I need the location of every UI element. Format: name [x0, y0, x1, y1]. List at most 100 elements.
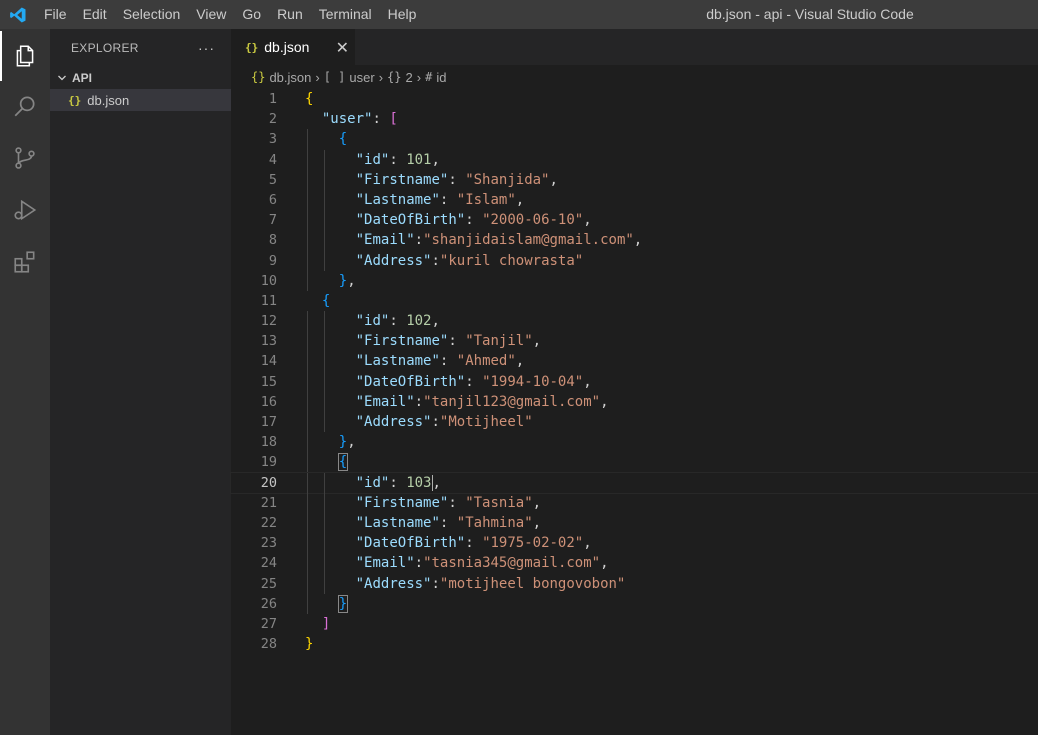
- line-number: 26: [260, 595, 277, 612]
- code-line[interactable]: 12 "id": 102,: [231, 311, 1038, 332]
- breadcrumb-array[interactable]: user: [349, 70, 374, 85]
- indent-guide: [323, 412, 325, 433]
- code-line[interactable]: 14 "Lastname": "Ahmed",: [231, 351, 1038, 372]
- line-number: 20: [260, 474, 277, 491]
- menu-file[interactable]: File: [36, 0, 75, 29]
- indent-guide: [323, 189, 325, 211]
- indent-guide: [306, 149, 308, 170]
- code-text: }: [305, 634, 313, 654]
- menu-view[interactable]: View: [188, 0, 234, 29]
- punctuation: :: [465, 535, 483, 552]
- code-line[interactable]: 7 "DateOfBirth": "2000-06-10",: [231, 210, 1038, 231]
- code-line[interactable]: 23 "DateOfBirth": "1975-02-02",: [231, 533, 1038, 554]
- source-control-icon[interactable]: [0, 133, 50, 183]
- punctuation: ,: [347, 434, 356, 451]
- code-line[interactable]: 25 "Address":"motijheel bongovobon": [231, 573, 1038, 594]
- indent-guide: [323, 553, 325, 574]
- punctuation: :: [465, 212, 483, 229]
- code-line[interactable]: 27]: [231, 614, 1038, 634]
- punctuation: ,: [432, 474, 441, 491]
- indent-guide: [306, 270, 308, 291]
- code-editor[interactable]: 1{2 "user": [3{4 "id": 101, 5 "Firstname": "…: [230, 89, 1038, 654]
- line-number: 3: [268, 131, 277, 148]
- code-line[interactable]: 9 "Address":"kuril chowrasta": [231, 250, 1038, 271]
- menu-edit[interactable]: Edit: [75, 0, 115, 29]
- breadcrumb-file[interactable]: db.json: [269, 70, 311, 85]
- code-line[interactable]: 17 "Address":"Motijheel": [231, 412, 1038, 433]
- tab-db-json[interactable]: {} db.json ✕: [231, 29, 355, 65]
- code-text: "Email":"tasnia345@gmail.com",: [356, 553, 609, 573]
- code-line[interactable]: 15 "DateOfBirth": "1994-10-04",: [231, 371, 1038, 392]
- menu-run[interactable]: Run: [269, 0, 311, 29]
- bracket-open: {: [305, 91, 314, 107]
- indent-guide: [306, 492, 308, 513]
- bracket-open: {: [321, 292, 331, 309]
- json-value: "Tasnia": [465, 494, 533, 511]
- code-line[interactable]: 16 "Email":"tanjil123@gmail.com",: [231, 391, 1038, 412]
- indent-guide: [306, 189, 308, 211]
- json-value: "Tahmina": [456, 514, 533, 531]
- code-line[interactable]: 19 {: [231, 452, 1038, 473]
- menu-go[interactable]: Go: [234, 0, 269, 29]
- window-title: db.json - api - Visual Studio Code: [706, 6, 914, 22]
- line-number: 24: [260, 555, 277, 572]
- code-line[interactable]: 21 "Firstname": "Tasnia",: [231, 492, 1038, 513]
- line-number: 23: [260, 535, 277, 552]
- indent-guide: [306, 533, 308, 554]
- extensions-icon[interactable]: [0, 237, 50, 287]
- indent-guide: [306, 432, 308, 453]
- bracket-open: {: [338, 131, 348, 148]
- json-key: "DateOfBirth": [355, 373, 466, 390]
- editor-area: {} db.json ✕ {} db.json › [ ] user › {} …: [230, 29, 1038, 735]
- punctuation: ,: [532, 494, 542, 511]
- search-icon[interactable]: [0, 81, 50, 131]
- close-icon[interactable]: ✕: [336, 38, 349, 58]
- code-line[interactable]: 20 "id": 103,: [230, 471, 1038, 494]
- menu-terminal[interactable]: Terminal: [311, 0, 380, 29]
- code-line[interactable]: 22 "Lastname": "Tahmina",: [231, 512, 1038, 534]
- punctuation: ,: [515, 353, 525, 370]
- punctuation: ,: [633, 232, 643, 249]
- code-line[interactable]: 28}: [231, 634, 1038, 654]
- json-value: 103: [406, 474, 432, 491]
- code-line[interactable]: 8 "Email":"shanjidaislam@gmail.com",: [231, 230, 1038, 251]
- bracket-close: }: [338, 434, 348, 451]
- folder-api[interactable]: API: [50, 67, 231, 89]
- code-line[interactable]: 13 "Firstname": "Tanjil",: [231, 331, 1038, 352]
- line-number: 12: [260, 313, 277, 330]
- file-db-json[interactable]: {} db.json: [50, 89, 231, 111]
- code-line[interactable]: 18},: [231, 432, 1038, 453]
- vscode-logo-icon: [0, 0, 36, 29]
- breadcrumb-object[interactable]: 2: [406, 70, 413, 85]
- code-line[interactable]: 26}: [231, 593, 1038, 614]
- punctuation: :: [389, 151, 407, 168]
- file-label: db.json: [87, 92, 130, 108]
- json-file-icon: {}: [251, 70, 266, 84]
- code-line[interactable]: 4 "id": 101,: [231, 149, 1038, 170]
- breadcrumb-field[interactable]: id: [436, 70, 446, 85]
- explorer-icon[interactable]: [0, 31, 50, 81]
- indent-guide: [306, 351, 308, 372]
- indent-guide: [306, 452, 308, 473]
- code-line[interactable]: 6 "Lastname": "Islam",: [231, 189, 1038, 211]
- indent-guide: [306, 553, 308, 574]
- code-line[interactable]: 10},: [231, 270, 1038, 291]
- json-value: "kuril chowrasta": [439, 252, 584, 269]
- more-actions-icon[interactable]: ···: [198, 40, 215, 56]
- code-text: "DateOfBirth": "2000-06-10",: [356, 210, 592, 230]
- json-value: "tanjil123@gmail.com": [423, 393, 601, 410]
- code-line[interactable]: 3{: [231, 129, 1038, 150]
- code-line[interactable]: 11 {: [231, 291, 1038, 311]
- code-text: "id": 103,: [356, 473, 441, 493]
- code-line[interactable]: 24 "Email":"tasnia345@gmail.com",: [231, 553, 1038, 574]
- json-key: "Firstname": [355, 333, 449, 350]
- code-line[interactable]: 2 "user": [: [231, 109, 1038, 129]
- run-debug-icon[interactable]: [0, 185, 50, 235]
- code-line[interactable]: 5 "Firstname": "Shanjida",: [231, 169, 1038, 190]
- code-line[interactable]: 1{: [231, 89, 1038, 109]
- line-number: 18: [260, 434, 277, 451]
- code-text: "id": 101,: [356, 150, 440, 170]
- json-value: "shanjidaislam@gmail.com": [423, 232, 634, 249]
- menu-selection[interactable]: Selection: [115, 0, 189, 29]
- menu-help[interactable]: Help: [380, 0, 425, 29]
